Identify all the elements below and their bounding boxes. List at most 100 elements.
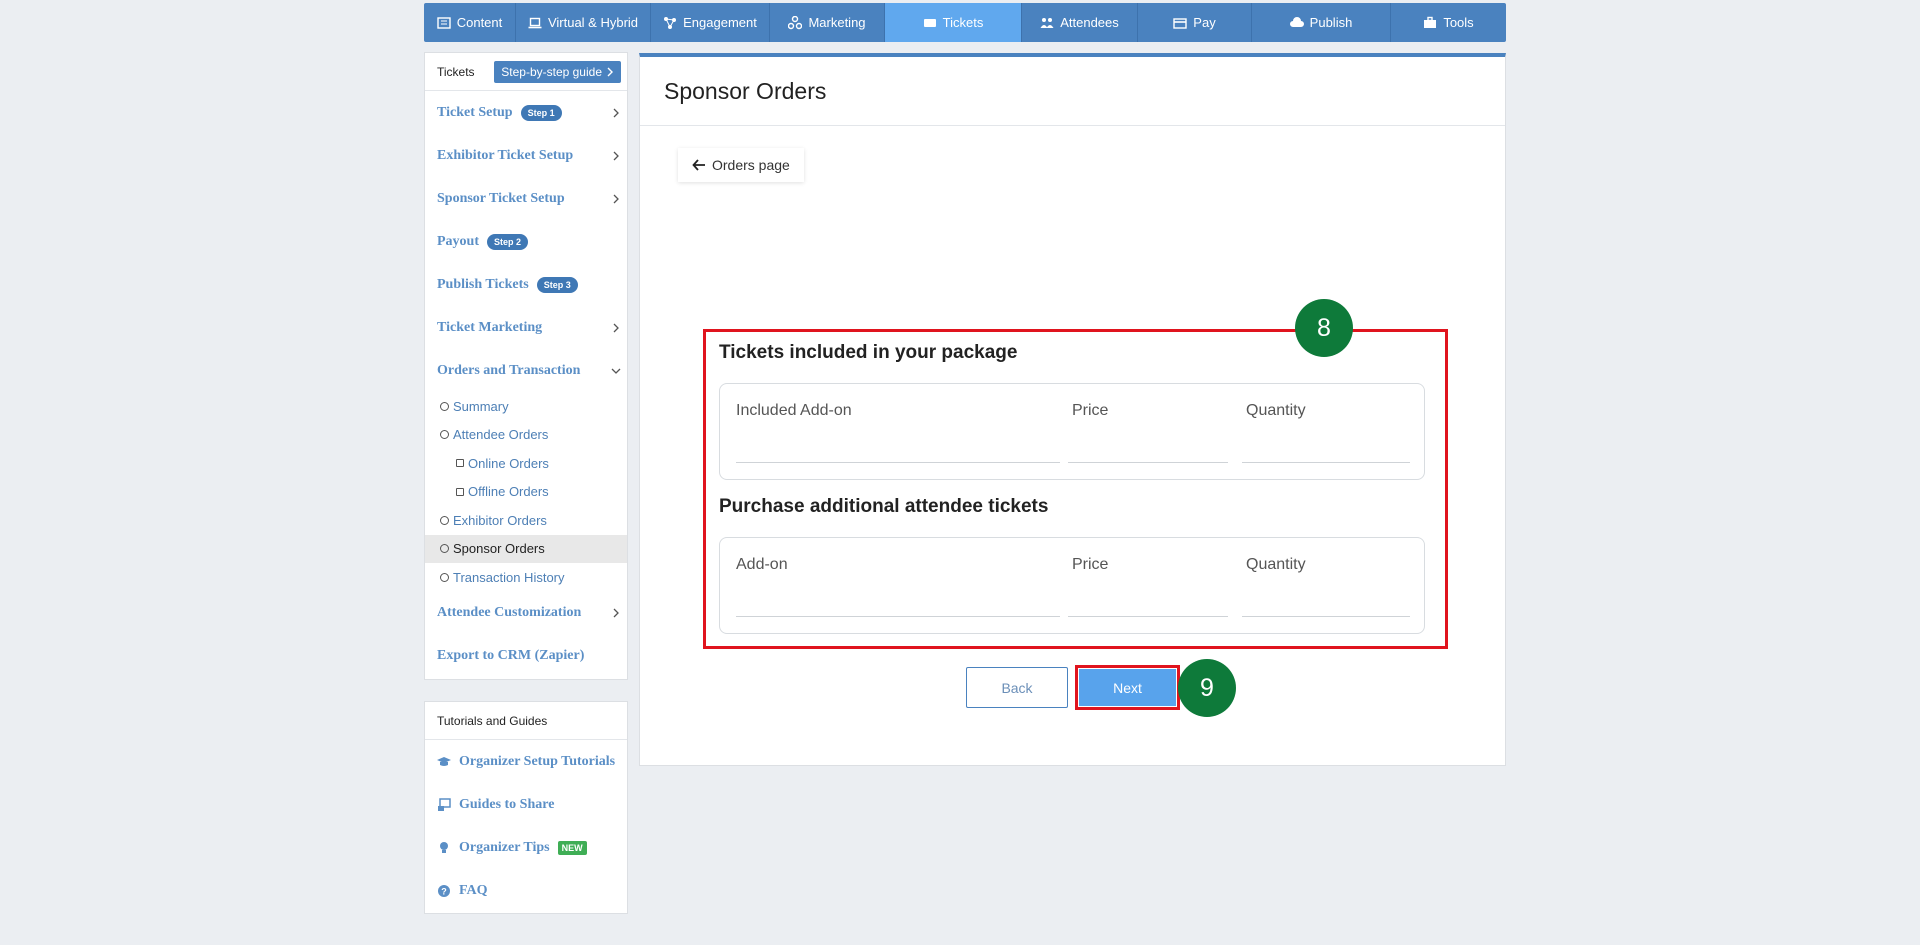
sub-item-label: Online Orders: [468, 455, 549, 471]
additional-tickets-table: Add-on Price Quantity: [719, 537, 1425, 634]
sidebar-item-publish-tickets[interactable]: Publish Tickets Step 3: [425, 263, 627, 306]
sub-item-sponsor-orders[interactable]: Sponsor Orders: [425, 534, 627, 563]
divider: [1242, 462, 1410, 463]
sub-item-label: Exhibitor Orders: [453, 512, 547, 528]
sidebar-item-label: Orders and Transaction: [437, 362, 581, 378]
sidebar-item-sponsor-ticket-setup[interactable]: Sponsor Ticket Setup: [425, 177, 627, 220]
sub-item-label: Sponsor Orders: [453, 541, 545, 557]
sub-item-label: Offline Orders: [468, 484, 549, 500]
tutorial-faq[interactable]: ? FAQ: [425, 869, 627, 912]
circle-bullet-icon: [440, 515, 449, 525]
nav-virtual-label: Virtual & Hybrid: [547, 15, 639, 30]
tickets-sidebar: Tickets Step-by-step guide Ticket Setup S…: [424, 52, 628, 680]
graduation-cap-icon: [437, 756, 451, 766]
toolbox-icon: [1424, 16, 1437, 28]
nav-content[interactable]: Content: [424, 3, 516, 42]
sidebar-item-orders-and-transaction[interactable]: Orders and Transaction: [425, 349, 627, 392]
nav-publish[interactable]: Publish: [1252, 3, 1391, 42]
sidebar-item-export-to-crm[interactable]: Export to CRM (Zapier): [425, 635, 627, 678]
laptop-icon: [528, 17, 542, 28]
step-badge: Step 3: [536, 276, 578, 293]
sidebar-item-label: Ticket Marketing: [437, 319, 543, 335]
question-circle-icon: ?: [438, 884, 450, 897]
nav-tools[interactable]: Tools: [1391, 3, 1506, 42]
new-badge: NEW: [557, 840, 587, 855]
annotation-badge-9: 9: [1178, 659, 1236, 717]
sidebar-item-ticket-marketing[interactable]: Ticket Marketing: [425, 306, 627, 349]
chevron-right-icon: [613, 323, 619, 332]
network-icon: [664, 16, 677, 29]
sub-item-exhibitor-orders[interactable]: Exhibitor Orders: [425, 506, 627, 535]
nav-tickets[interactable]: Tickets: [885, 3, 1022, 42]
svg-text:?: ?: [441, 886, 447, 896]
chevron-right-icon: [613, 194, 619, 203]
page-title: Sponsor Orders: [640, 57, 1505, 126]
sidebar-item-ticket-setup[interactable]: Ticket Setup Step 1: [425, 91, 627, 134]
column-header: Quantity: [1246, 402, 1306, 419]
tutorial-label: FAQ: [459, 882, 488, 898]
divider: [1068, 462, 1228, 463]
sub-item-transaction-history[interactable]: Transaction History: [425, 563, 627, 592]
divider: [1068, 616, 1228, 617]
tutorials-panel: Tutorials and Guides Organizer Setup Tut…: [424, 701, 628, 914]
nav-tools-label: Tools: [1443, 15, 1474, 30]
step-badge: Step 1: [520, 104, 562, 121]
sidebar-item-label: Export to CRM (Zapier): [437, 648, 585, 663]
sidebar-title: Tickets: [437, 64, 475, 79]
nav-attendees-label: Attendees: [1060, 15, 1119, 30]
included-tickets-title: Tickets included in your package: [719, 342, 1018, 363]
credit-card-icon: [1173, 17, 1187, 29]
nav-virtual-hybrid[interactable]: Virtual & Hybrid: [516, 3, 651, 42]
square-bullet-icon: [456, 487, 464, 496]
divider: [736, 616, 1060, 617]
column-header: Price: [1072, 556, 1109, 573]
nav-engagement[interactable]: Engagement: [651, 3, 770, 42]
tutorial-guides-to-share[interactable]: Guides to Share: [425, 783, 627, 826]
included-tickets-table: Included Add-on Price Quantity: [719, 383, 1425, 480]
column-header: Quantity: [1246, 556, 1306, 573]
users-icon: [1040, 17, 1054, 28]
nav-pay[interactable]: Pay: [1138, 3, 1252, 42]
nav-engagement-label: Engagement: [683, 15, 757, 30]
divider: [736, 462, 1060, 463]
chevron-down-icon: [611, 368, 621, 374]
nav-content-label: Content: [456, 15, 503, 30]
ticket-icon: [923, 18, 936, 27]
sub-item-offline-orders[interactable]: Offline Orders: [425, 478, 627, 507]
step-by-step-guide-button[interactable]: Step-by-step guide: [494, 60, 621, 83]
content-icon: [437, 16, 451, 29]
nav-marketing[interactable]: Marketing: [770, 3, 885, 42]
back-button[interactable]: Back: [966, 667, 1068, 708]
nav-attendees[interactable]: Attendees: [1022, 3, 1138, 42]
sidebar-header: Tickets Step-by-step guide: [425, 53, 627, 91]
sub-item-summary[interactable]: Summary: [425, 392, 627, 421]
nav-tickets-label: Tickets: [942, 15, 984, 30]
tutorial-organizer-tips[interactable]: Organizer Tips NEW: [425, 826, 627, 869]
tutorial-label: Organizer Tips: [459, 839, 550, 855]
share-icon: [788, 15, 803, 29]
sidebar-item-label: Sponsor Ticket Setup: [437, 190, 565, 206]
sidebar-item-label: Attendee Customization: [437, 605, 582, 620]
sub-item-online-orders[interactable]: Online Orders: [425, 449, 627, 478]
sidebar-item-label: Ticket Setup: [437, 104, 513, 120]
sub-item-label: Attendee Orders: [453, 427, 549, 443]
square-bullet-icon: [456, 459, 464, 468]
sub-item-attendee-orders[interactable]: Attendee Orders: [425, 421, 627, 450]
sidebar-item-payout[interactable]: Payout Step 2: [425, 220, 627, 263]
sub-item-label: Transaction History: [453, 569, 565, 585]
next-button[interactable]: Next: [1079, 669, 1176, 706]
tutorial-organizer-setup[interactable]: Organizer Setup Tutorials: [425, 740, 627, 783]
sidebar-item-exhibitor-ticket-setup[interactable]: Exhibitor Ticket Setup: [425, 134, 627, 177]
circle-bullet-icon: [440, 544, 449, 554]
column-header: Add-on: [736, 556, 788, 573]
sidebar-item-label: Payout: [437, 233, 479, 249]
sub-item-label: Summary: [453, 398, 509, 414]
sidebar-item-attendee-customization[interactable]: Attendee Customization: [425, 592, 627, 635]
chevron-right-icon: [613, 608, 619, 618]
chevron-right-icon: [613, 108, 619, 117]
column-header: Price: [1072, 402, 1109, 419]
nav-publish-label: Publish: [1309, 15, 1353, 30]
share-screen-icon: [438, 797, 451, 811]
tutorial-label: Organizer Setup Tutorials: [459, 753, 616, 769]
orders-page-back-link[interactable]: Orders page: [678, 148, 804, 182]
